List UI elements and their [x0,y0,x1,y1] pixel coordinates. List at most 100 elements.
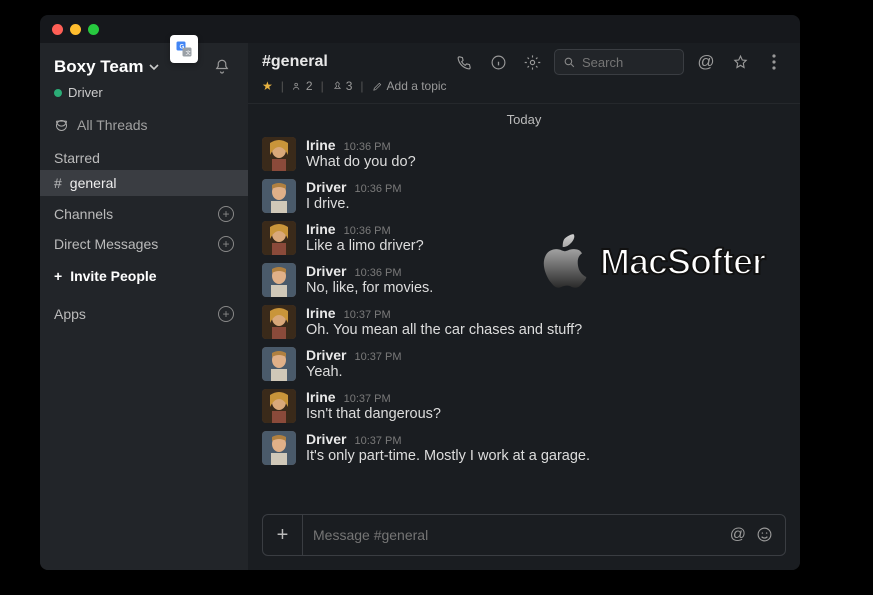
add-app-button[interactable]: + [218,306,234,322]
avatar[interactable] [262,347,296,381]
composer-input[interactable] [303,515,730,555]
dm-label: Direct Messages [54,236,158,252]
channel-title: #general [262,53,328,71]
message-user[interactable]: Irine [306,305,336,321]
at-icon: @ [697,52,714,72]
search-input[interactable] [582,55,672,70]
message-time: 10:36 PM [354,183,401,195]
gear-icon [524,54,541,71]
star-outline-icon [732,54,749,71]
message-user[interactable]: Driver [306,263,346,279]
message-user[interactable]: Irine [306,221,336,237]
message-row[interactable]: Driver 10:36 PMI drive. [262,175,786,217]
message-time: 10:37 PM [344,309,391,321]
message-text: Yeah. [306,364,786,380]
invite-label: Invite People [70,268,156,284]
message-row[interactable]: Driver10:36 PMNo, like, for movies. [262,259,786,301]
phone-icon [456,54,473,71]
starred-label: Starred [54,150,100,166]
presence-user: Driver [68,85,103,100]
smiley-icon [756,526,773,543]
window-maximize-button[interactable] [88,24,99,35]
message-time: 10:37 PM [344,393,391,405]
chevron-down-icon [149,62,159,72]
message-user[interactable]: Driver [306,179,346,195]
message-text: I drive. [306,196,786,212]
sidebar-all-threads[interactable]: All Threads [40,110,248,140]
message-user[interactable]: Driver [306,347,346,363]
window-close-button[interactable] [52,24,63,35]
message-composer: + @ [262,514,786,556]
avatar[interactable] [262,221,296,255]
presence-indicator[interactable]: Driver [40,85,248,110]
date-divider: Today [248,104,800,133]
threads-icon [54,118,69,133]
sidebar-section-channels[interactable]: Channels + [40,196,248,226]
main-panel: #general @ ★ | [248,43,800,570]
more-button[interactable] [762,50,786,74]
avatar[interactable] [262,389,296,423]
add-topic-button[interactable]: Add a topic [372,79,447,93]
info-button[interactable] [486,50,510,74]
star-button[interactable] [728,50,752,74]
avatar[interactable] [262,263,296,297]
titlebar: G文 [40,15,800,43]
message-text: Oh. You mean all the car chases and stuf… [306,322,786,338]
members-icon [292,81,303,92]
sidebar: Boxy Team Driver All Threads Starred # [40,43,248,570]
message-time: 10:37 PM [354,435,401,447]
pin-icon [332,81,343,92]
message-time: 10:37 PM [354,351,401,363]
message-text: What do you do? [306,154,786,170]
composer-attach-button[interactable]: + [263,515,303,555]
add-dm-button[interactable]: + [218,236,234,252]
sidebar-section-starred[interactable]: Starred [40,140,248,170]
message-row[interactable]: Irine 10:37 PMOh. You mean all the car ch… [262,301,786,343]
composer-mention-button[interactable]: @ [730,526,746,544]
call-button[interactable] [452,50,476,74]
sidebar-section-dms[interactable]: Direct Messages + [40,226,248,256]
composer-emoji-button[interactable] [756,526,773,544]
app-window: G文 Boxy Team Driver All Threads [40,15,800,570]
plus-icon: + [54,268,62,284]
sidebar-section-apps[interactable]: Apps + [40,296,248,326]
avatar[interactable] [262,431,296,465]
presence-dot-icon [54,89,62,97]
channel-name: general [70,175,117,191]
workspace-name: Boxy Team [54,57,143,77]
message-row[interactable]: Irine10:37 PMIsn't that dangerous? [262,385,786,427]
sidebar-channel-general[interactable]: # general [40,170,248,196]
more-vertical-icon [772,54,776,70]
message-user[interactable]: Irine [306,137,336,153]
message-user[interactable]: Irine [306,389,336,405]
workspace-switcher[interactable]: Boxy Team [54,57,159,77]
star-filled-icon[interactable]: ★ [262,79,273,93]
settings-button[interactable] [520,50,544,74]
message-row[interactable]: Driver 10:37 PMIt's only part-time. Mostl… [262,427,786,469]
window-minimize-button[interactable] [70,24,81,35]
apps-label: Apps [54,306,86,322]
avatar[interactable] [262,305,296,339]
bell-icon [213,58,231,76]
message-list: Irine10:36 PMWhat do you do?Driver10:36 … [248,133,800,506]
message-row[interactable]: Irine10:36 PMLike a limo driver? [262,217,786,259]
member-count[interactable]: 2 [292,79,313,93]
traffic-lights [52,24,99,35]
message-row[interactable]: Irine 10:36 PMWhat do you do? [262,133,786,175]
message-text: It's only part-time. Mostly I work at a … [306,448,786,464]
avatar[interactable] [262,137,296,171]
channel-header: #general @ ★ | [248,43,800,104]
message-row[interactable]: Driver 10:37 PMYeah. [262,343,786,385]
all-threads-label: All Threads [77,117,148,133]
message-time: 10:36 PM [344,141,391,153]
message-time: 10:36 PM [344,225,391,237]
search-box[interactable] [554,49,684,75]
invite-people-button[interactable]: + Invite People [40,256,248,296]
mentions-button[interactable]: @ [694,50,718,74]
message-user[interactable]: Driver [306,431,346,447]
translate-icon[interactable]: G文 [170,35,198,63]
add-channel-button[interactable]: + [218,206,234,222]
pins-count[interactable]: 3 [332,79,353,93]
notifications-button[interactable] [210,55,234,79]
avatar[interactable] [262,179,296,213]
